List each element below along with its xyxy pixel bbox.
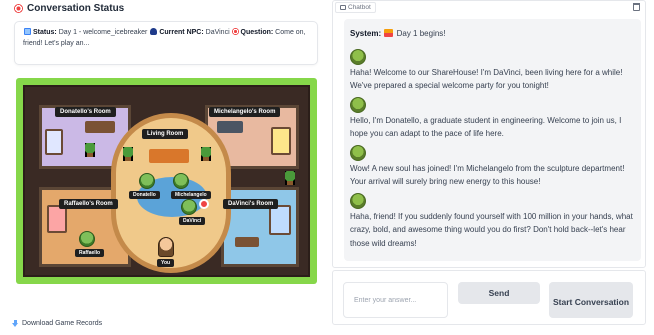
system-text: Day 1 begins!: [396, 29, 446, 38]
sofa: [149, 149, 189, 163]
download-records-link[interactable]: Download Game Records: [12, 320, 102, 327]
download-label: Download Game Records: [22, 320, 103, 327]
bed: [271, 127, 291, 155]
message-text: Wow! A new soul has joined! I'm Michelan…: [350, 163, 625, 187]
npc-label: Current NPC:: [159, 29, 204, 36]
davinci-avatar[interactable]: [181, 199, 197, 215]
status-header: Conversation Status: [14, 3, 124, 14]
question-label: Question:: [240, 29, 274, 36]
chat-message: Haha! Welcome to our ShareHouse! I'm DaV…: [350, 48, 635, 93]
start-conversation-button[interactable]: Start Conversation: [549, 282, 633, 318]
dart-icon: [14, 4, 23, 13]
download-icon: [12, 320, 19, 327]
room-label-donatello: Donatello's Room: [55, 107, 116, 117]
donatello-avatar[interactable]: [139, 173, 155, 189]
chatbot-label-text: Chatbot: [348, 4, 371, 11]
room-label-michelangelo: Michelangelo's Room: [209, 107, 281, 117]
desk: [235, 237, 259, 247]
room-label-davinci: DaVinci's Room: [223, 199, 279, 209]
character-label-davinci: DaVinci: [179, 217, 206, 225]
room-label-living: Living Room: [142, 129, 189, 139]
status-card: Status: Day 1 - welcome_icebreaker Curre…: [14, 21, 318, 65]
chat-bubble-icon: [340, 5, 346, 10]
send-button[interactable]: Send: [458, 282, 540, 304]
character-label-donatello: Donatello: [129, 191, 160, 199]
michelangelo-avatar[interactable]: [173, 173, 189, 189]
chatbot-panel: Chatbot System: Day 1 begins! Haha! Welc…: [332, 0, 646, 268]
character-label-you: You: [157, 259, 175, 267]
bed: [47, 205, 67, 233]
plant-icon: [201, 147, 211, 161]
plant-icon: [85, 143, 95, 157]
input-area: Send Start Conversation: [332, 270, 646, 325]
status-label: Status:: [33, 29, 57, 36]
chat-messages: System: Day 1 begins! Haha! Welcome to o…: [344, 19, 641, 261]
calendar-icon: [384, 29, 394, 37]
message-text: Hello, I'm Donatello, a graduate student…: [350, 115, 622, 139]
status-value: Day 1 - welcome_icebreaker: [58, 29, 148, 36]
message-text: Haha! Welcome to our ShareHouse! I'm DaV…: [350, 67, 623, 91]
character-label-raffaello: Raffaello: [75, 249, 105, 257]
left-panel: Conversation Status Status: Day 1 - welc…: [0, 0, 326, 335]
bed: [45, 129, 63, 155]
answer-input[interactable]: [343, 282, 448, 318]
trash-icon[interactable]: [633, 3, 640, 11]
npc-avatar: [350, 48, 366, 65]
character-label-michelangelo: Michelangelo: [171, 191, 211, 199]
npc-value: DaVinci: [205, 29, 230, 36]
chat-message: Wow! A new soul has joined! I'm Michelan…: [350, 144, 635, 189]
desk: [217, 121, 243, 133]
player-avatar[interactable]: [158, 237, 174, 257]
raffaello-avatar[interactable]: [79, 231, 95, 247]
status-title: Conversation Status: [27, 3, 125, 14]
user-icon: [150, 28, 158, 35]
bed: [269, 205, 291, 235]
npc-avatar: [350, 192, 366, 209]
game-map-frame: Donatello's Room Michelangelo's Room Liv…: [16, 78, 317, 284]
chat-message: Hello, I'm Donatello, a graduate student…: [350, 96, 635, 141]
npc-avatar: [350, 144, 366, 161]
location-pin-icon: [199, 199, 209, 209]
room-label-raffaello: Raffaello's Room: [59, 199, 118, 209]
system-message: System: Day 1 begins!: [350, 27, 635, 41]
dart-icon: [231, 28, 239, 35]
message-text: Haha, friend! If you suddenly found your…: [350, 211, 633, 248]
system-prefix: System:: [350, 29, 382, 38]
chatbot-label: Chatbot: [335, 2, 376, 13]
plant-icon: [285, 171, 295, 185]
chat-message: Haha, friend! If you suddenly found your…: [350, 192, 635, 251]
note-icon: [24, 28, 31, 35]
npc-avatar: [350, 96, 366, 113]
desk: [85, 121, 115, 133]
plant-icon: [123, 147, 133, 161]
game-map[interactable]: Donatello's Room Michelangelo's Room Liv…: [23, 85, 310, 277]
